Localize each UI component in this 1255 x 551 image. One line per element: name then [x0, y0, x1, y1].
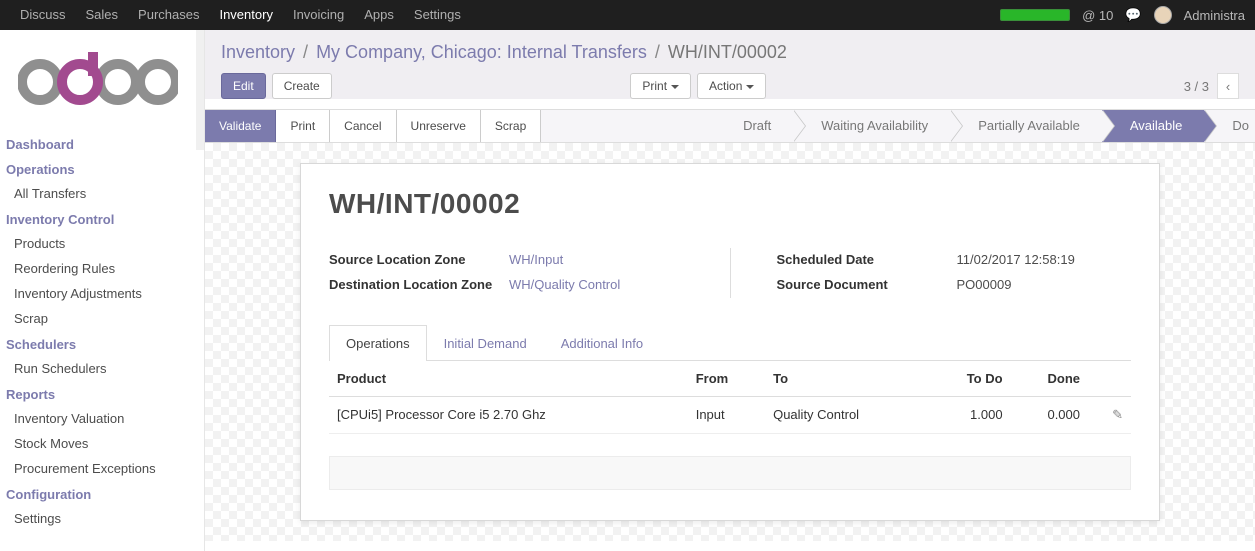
- footer-placeholder: [329, 456, 1131, 490]
- print-dropdown[interactable]: Print: [630, 73, 691, 99]
- avatar[interactable]: [1154, 6, 1172, 24]
- status-bar: Validate Print Cancel Unreserve Scrap Dr…: [205, 109, 1255, 143]
- chevron-down-icon: [671, 85, 679, 89]
- breadcrumb-sep: /: [655, 42, 660, 63]
- print-button[interactable]: Print: [276, 110, 330, 142]
- odoo-logo-icon: [18, 52, 178, 106]
- sidebar-item-procurement-exceptions[interactable]: Procurement Exceptions: [0, 456, 204, 481]
- tab-initial-demand[interactable]: Initial Demand: [427, 325, 544, 361]
- label-source-doc: Source Document: [777, 277, 957, 294]
- top-nav-links: Discuss Sales Purchases Inventory Invoic…: [10, 0, 471, 30]
- cancel-button[interactable]: Cancel: [330, 110, 396, 142]
- sidebar-section-operations[interactable]: Operations: [0, 156, 204, 181]
- col-todo[interactable]: To Do: [928, 361, 1011, 397]
- tab-operations[interactable]: Operations: [329, 325, 427, 361]
- sidebar-section-inventory-control[interactable]: Inventory Control: [0, 206, 204, 231]
- sidebar-section-configuration[interactable]: Configuration: [0, 481, 204, 506]
- nav-apps[interactable]: Apps: [354, 0, 404, 30]
- nav-invoicing[interactable]: Invoicing: [283, 0, 354, 30]
- value-scheduled-date: 11/02/2017 12:58:19: [957, 252, 1075, 269]
- sidebar-item-inventory-valuation[interactable]: Inventory Valuation: [0, 406, 204, 431]
- state-available[interactable]: Available: [1102, 110, 1205, 142]
- col-actions: [1088, 361, 1131, 397]
- scrollbar[interactable]: [196, 30, 204, 150]
- breadcrumb-sep: /: [303, 42, 308, 63]
- pager-position: 3 / 3: [1184, 79, 1209, 94]
- nav-purchases[interactable]: Purchases: [128, 0, 209, 30]
- state-draft[interactable]: Draft: [715, 110, 793, 142]
- im-status-bar: [1000, 9, 1070, 21]
- nav-settings[interactable]: Settings: [404, 0, 471, 30]
- chevron-down-icon: [746, 85, 754, 89]
- validate-button[interactable]: Validate: [205, 110, 276, 142]
- nav-sales[interactable]: Sales: [76, 0, 129, 30]
- col-to[interactable]: To: [765, 361, 928, 397]
- sidebar-item-scrap[interactable]: Scrap: [0, 306, 204, 331]
- sidebar: Dashboard Operations All Transfers Inven…: [0, 30, 205, 551]
- cell-done: 0.000: [1011, 396, 1088, 433]
- operations-table: Product From To To Do Done [CPUi5] Proce…: [329, 361, 1131, 434]
- tab-additional-info[interactable]: Additional Info: [544, 325, 660, 361]
- unreserve-button[interactable]: Unreserve: [397, 110, 481, 142]
- sidebar-section-reports[interactable]: Reports: [0, 381, 204, 406]
- sidebar-item-stock-moves[interactable]: Stock Moves: [0, 431, 204, 456]
- tabs: Operations Initial Demand Additional Inf…: [329, 324, 1131, 361]
- state-partial[interactable]: Partially Available: [950, 110, 1102, 142]
- form-sheet: WH/INT/00002 Source Location Zone WH/Inp…: [300, 163, 1160, 521]
- user-menu[interactable]: Administra: [1184, 8, 1245, 23]
- sidebar-section-schedulers[interactable]: Schedulers: [0, 331, 204, 356]
- sidebar-item-inventory-adjustments[interactable]: Inventory Adjustments: [0, 281, 204, 306]
- col-product[interactable]: Product: [329, 361, 688, 397]
- sidebar-item-run-schedulers[interactable]: Run Schedulers: [0, 356, 204, 381]
- control-panel: Inventory / My Company, Chicago: Interna…: [205, 30, 1255, 99]
- breadcrumb-parent[interactable]: My Company, Chicago: Internal Transfers: [316, 42, 647, 63]
- scrap-button[interactable]: Scrap: [481, 110, 541, 142]
- edit-row-icon[interactable]: ✎: [1112, 407, 1123, 422]
- table-row[interactable]: [CPUi5] Processor Core i5 2.70 Ghz Input…: [329, 396, 1131, 433]
- sidebar-item-reordering[interactable]: Reordering Rules: [0, 256, 204, 281]
- label-dest-location: Destination Location Zone: [329, 277, 509, 294]
- discuss-icon[interactable]: 💬: [1125, 7, 1141, 23]
- sidebar-item-products[interactable]: Products: [0, 231, 204, 256]
- breadcrumb: Inventory / My Company, Chicago: Interna…: [221, 42, 1239, 63]
- action-dropdown[interactable]: Action: [697, 73, 766, 99]
- cell-todo: 1.000: [928, 396, 1011, 433]
- mail-count[interactable]: @ 10: [1082, 8, 1113, 23]
- field-separator: [730, 248, 731, 298]
- record-title: WH/INT/00002: [329, 188, 1131, 220]
- cell-from: Input: [688, 396, 765, 433]
- breadcrumb-root[interactable]: Inventory: [221, 42, 295, 63]
- col-done[interactable]: Done: [1011, 361, 1088, 397]
- cell-product: [CPUi5] Processor Core i5 2.70 Ghz: [329, 396, 688, 433]
- logo[interactable]: [0, 30, 204, 131]
- top-navbar: Discuss Sales Purchases Inventory Invoic…: [0, 0, 1255, 30]
- value-dest-location[interactable]: WH/Quality Control: [509, 277, 620, 294]
- cell-to: Quality Control: [765, 396, 928, 433]
- value-source-location[interactable]: WH/Input: [509, 252, 563, 269]
- nav-discuss[interactable]: Discuss: [10, 0, 76, 30]
- pager-prev[interactable]: ‹: [1217, 73, 1239, 99]
- state-waiting[interactable]: Waiting Availability: [793, 110, 950, 142]
- value-source-doc: PO00009: [957, 277, 1012, 294]
- sidebar-item-all-transfers[interactable]: All Transfers: [0, 181, 204, 206]
- create-button[interactable]: Create: [272, 73, 332, 99]
- label-source-location: Source Location Zone: [329, 252, 509, 269]
- breadcrumb-current: WH/INT/00002: [668, 42, 787, 63]
- label-scheduled-date: Scheduled Date: [777, 252, 957, 269]
- sidebar-item-settings[interactable]: Settings: [0, 506, 204, 531]
- edit-button[interactable]: Edit: [221, 73, 266, 99]
- col-from[interactable]: From: [688, 361, 765, 397]
- nav-inventory[interactable]: Inventory: [209, 0, 282, 30]
- pager: 3 / 3 ‹: [1184, 73, 1239, 99]
- sidebar-section-dashboard[interactable]: Dashboard: [0, 131, 204, 156]
